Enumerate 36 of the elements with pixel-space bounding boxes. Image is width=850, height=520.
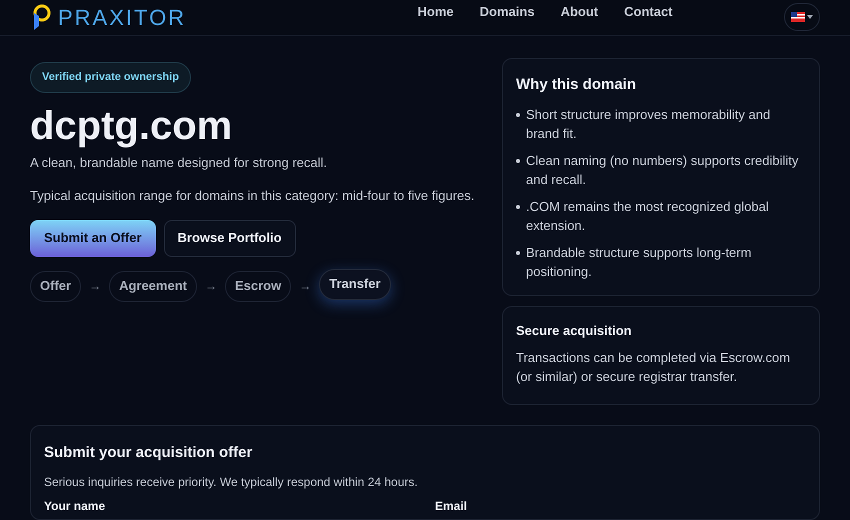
process-step: Agreement xyxy=(109,270,197,302)
caret-icon xyxy=(807,15,813,19)
bullet-icon xyxy=(516,250,520,254)
bullet-icon xyxy=(516,112,520,116)
bullet-icon xyxy=(516,204,520,208)
reason-text: Brandable structure supports long-term positioning. xyxy=(526,244,752,280)
flag-icon xyxy=(791,12,805,22)
card-title: Secure acquisition xyxy=(516,322,633,340)
tagline: A clean, brandable name designed for strong recall. xyxy=(30,154,328,172)
field-label: Email xyxy=(435,498,468,512)
nav-link[interactable]: About xyxy=(560,2,598,22)
process-step: Escrow xyxy=(224,270,292,302)
process-step: Offer xyxy=(30,270,82,302)
brand-name: PRAXITOR xyxy=(58,5,186,31)
domain-name: dcptg.com xyxy=(30,102,232,148)
reason-text: .COM remains the most recognized global extension. xyxy=(526,198,770,234)
form-title: Submit your acquisition offer xyxy=(44,443,254,463)
field-label: Your name xyxy=(44,498,106,512)
arrow-icon: → xyxy=(89,277,102,295)
reason-text: Clean naming (no numbers) supports credibility and recall. xyxy=(526,152,800,188)
process-step: Transfer xyxy=(319,268,391,300)
reason-text: Short structure improves memorability and brand fit. xyxy=(526,106,772,142)
arrow-icon: → xyxy=(299,277,312,295)
nav-link[interactable]: Home xyxy=(418,2,454,22)
nav-link[interactable]: Contact xyxy=(624,2,673,22)
verified-badge: Verified private ownership xyxy=(30,62,191,92)
form-subtitle: Serious inquiries receive priority. We typically respond within 24 hours. xyxy=(44,474,419,490)
arrow-icon: → xyxy=(204,277,217,295)
card-title: Why this domain xyxy=(516,75,637,95)
browse-portfolio-button[interactable]: Browse Portfolio xyxy=(164,220,296,256)
card-text: Transactions can be completed via Escrow.com (or similar) or secure registrar transfer. xyxy=(516,349,792,386)
submit-offer-button[interactable]: Submit an Offer xyxy=(30,220,156,256)
bullet-icon xyxy=(516,158,520,162)
language-selector[interactable] xyxy=(784,3,820,31)
nav-link[interactable]: Domains xyxy=(480,2,535,22)
price-range-text: Typical acquisition range for domains in this category: mid-four to five figures. xyxy=(30,187,474,205)
